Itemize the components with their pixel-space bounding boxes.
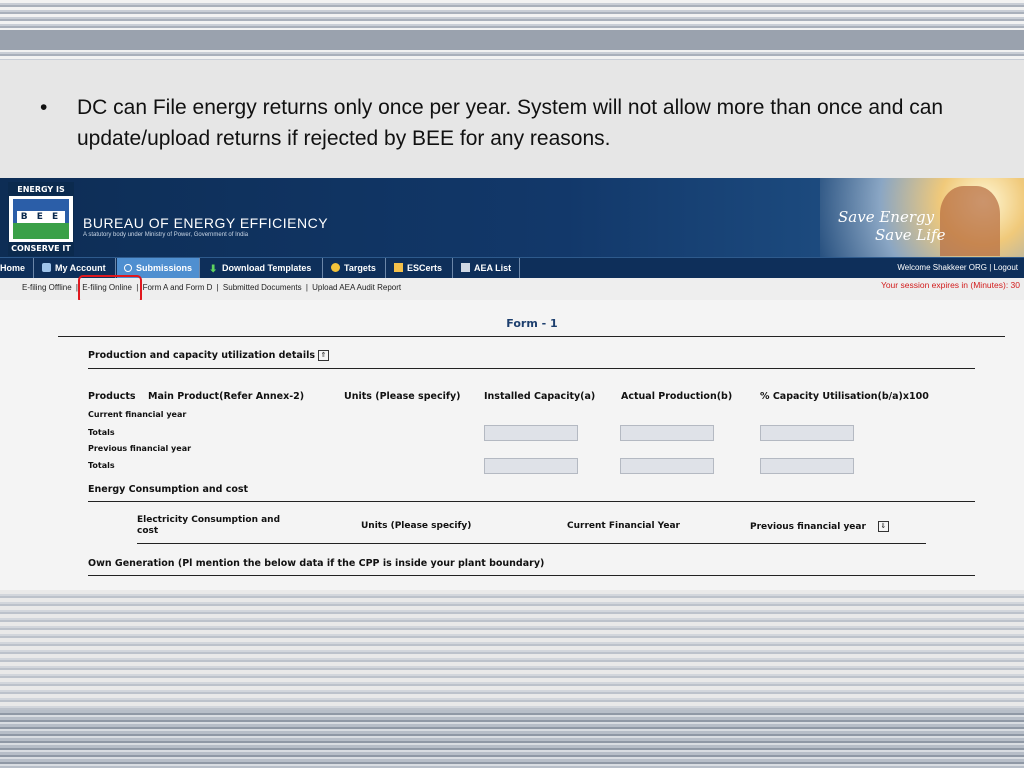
link-form-a-d[interactable]: Form A and Form D [143,283,213,292]
elec-consumption-label-2: cost [137,526,159,536]
nav-home[interactable]: Home [0,258,34,278]
nav-targets-label: Targets [344,263,376,273]
session-timer: Your session expires in (Minutes): 30 [880,280,1020,290]
account-icon [42,263,51,272]
form-title: Form - 1 [506,317,558,330]
nav-targets[interactable]: Targets [324,258,386,278]
col-units: Units (Please specify) [344,391,461,402]
actual-production-total-current[interactable] [620,425,714,441]
installed-capacity-total-current[interactable] [484,425,578,441]
certificate-icon [394,263,403,272]
utilisation-total-current[interactable] [760,425,854,441]
row-current-year: Current financial year [88,410,187,419]
separator: | [305,283,308,292]
slide-bottom-decoration [0,590,1024,768]
slide-bullet-text: DC can File energy returns only once per… [77,96,944,150]
nav-submissions-label: Submissions [136,263,193,273]
welcome-logout[interactable]: Welcome Shakkeer ORG | Logout [897,258,1018,278]
nav-aea-list[interactable]: AEA List [454,258,520,278]
sub-nav: E-filing Offline | E-filing Online | For… [0,278,1024,300]
nav-escerts-label: ESCerts [407,263,443,273]
banner-line2: Save Life [875,226,946,244]
elec-previous-label: Previous financial year [750,522,866,532]
elec-consumption-label-1: Electricity Consumption and [137,515,281,525]
logo-green-band [13,223,69,239]
row-totals-current: Totals [88,428,115,437]
nav-download-templates-label: Download Templates [222,263,312,273]
section1-divider [88,368,975,369]
expand-icon[interactable]: ⇓ [877,521,889,532]
search-icon [124,264,132,272]
col-products: Products [88,391,136,402]
link-upload-aea[interactable]: Upload AEA Audit Report [312,283,401,292]
nav-escerts[interactable]: ESCerts [387,258,453,278]
logo-bee-text: B E E [17,211,65,223]
link-efiling-offline[interactable]: E-filing Offline [22,283,72,292]
collapse-icon[interactable]: ⇑ [318,350,329,361]
nav-home-label: Home [0,263,26,273]
download-icon: ⬇ [209,264,218,275]
elec-divider [137,543,926,544]
banner-line1: Save Energy [838,208,935,226]
logo-top-text: ENERGY IS LIFE [9,183,73,207]
title-divider [58,336,1005,337]
target-icon [331,263,340,272]
actual-production-total-previous[interactable] [620,458,714,474]
main-nav: Home My Account Submissions ⬇ Download Te… [0,257,1024,278]
nav-aea-list-label: AEA List [474,263,512,273]
section-energy-heading: Energy Consumption and cost [88,484,249,495]
col-capacity-utilisation: % Capacity Utilisation(b/a)x100 [760,391,929,402]
logo-bottom-text: CONSERVE IT [9,242,73,255]
installed-capacity-total-previous[interactable] [484,458,578,474]
elec-units: Units (Please specify) [361,521,472,531]
section-production-heading: Production and capacity utilization deta… [88,350,329,361]
separator: | [216,283,219,292]
screenshot-panel: ENERGY IS LIFE B E E CONSERVE IT BUREAU … [0,178,1024,590]
section2-divider [88,501,975,502]
section3-divider [88,575,975,576]
link-submitted-documents[interactable]: Submitted Documents [223,283,302,292]
site-header: ENERGY IS LIFE B E E CONSERVE IT BUREAU … [0,178,1024,257]
elec-previous-year: Previous financial year ⇓ [750,521,889,532]
nav-download-templates[interactable]: ⬇ Download Templates [201,258,323,278]
form-area: Form - 1 Production and capacity utiliza… [0,300,1024,590]
utilisation-total-previous[interactable] [760,458,854,474]
row-totals-previous: Totals [88,461,115,470]
section-own-generation: Own Generation (Pl mention the below dat… [88,558,545,569]
slide-top-decoration [0,0,1024,60]
col-actual-production: Actual Production(b) [621,391,733,402]
banner-figure [940,186,1000,256]
col-installed-capacity: Installed Capacity(a) [484,391,596,402]
row-previous-year: Previous financial year [88,444,192,453]
save-energy-banner: Save Energy Save Life [820,178,1024,257]
elec-current-year: Current Financial Year [567,521,680,531]
section-production-label: Production and capacity utilization deta… [88,350,315,361]
bee-logo[interactable]: ENERGY IS LIFE B E E CONSERVE IT [8,182,74,256]
nav-my-account-label: My Account [55,263,106,273]
org-subtitle: A statutory body under Ministry of Power… [83,232,249,238]
org-name: BUREAU OF ENERGY EFFICIENCY [83,215,329,231]
bullet-dot: • [40,96,48,119]
col-main-product: Main Product(Refer Annex-2) [148,391,305,402]
list-icon [461,263,470,272]
